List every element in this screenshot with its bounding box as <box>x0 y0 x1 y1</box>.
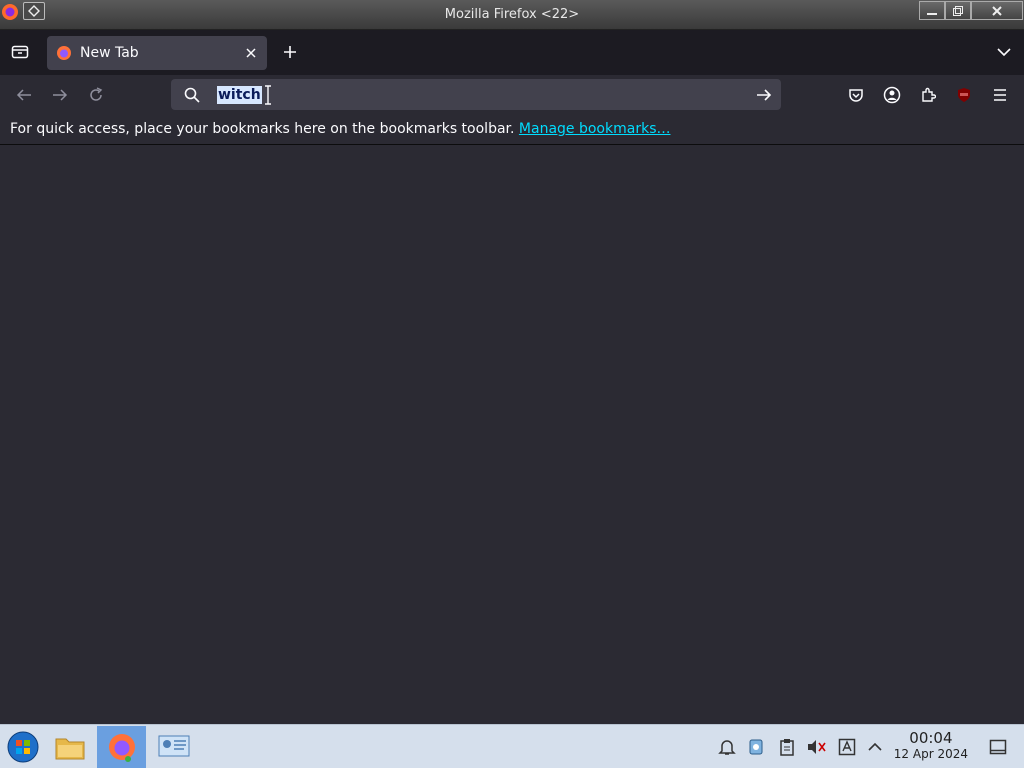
extensions-icon[interactable] <box>914 83 942 107</box>
chevron-up-icon[interactable] <box>865 737 885 757</box>
back-button[interactable] <box>10 83 38 107</box>
vault-icon[interactable] <box>746 737 766 757</box>
go-arrow-icon[interactable] <box>756 87 772 103</box>
account-icon[interactable] <box>878 83 906 107</box>
close-window-button[interactable] <box>971 1 1023 20</box>
firefox-tab-icon <box>56 45 72 61</box>
clock[interactable]: 00:04 12 Apr 2024 <box>893 729 968 762</box>
url-bar[interactable]: witch <box>171 79 781 110</box>
ublock-origin-icon[interactable] <box>950 83 978 107</box>
maximize-button[interactable] <box>945 1 971 20</box>
tab-strip: New Tab <box>0 30 1024 75</box>
system-settings-icon[interactable] <box>155 726 193 768</box>
navigation-toolbar: witch <box>0 75 1024 115</box>
manage-bookmarks-link[interactable]: Manage bookmarks… <box>519 121 671 137</box>
url-input[interactable]: witch <box>217 86 262 104</box>
bookmarks-toolbar: For quick access, place your bookmarks h… <box>0 115 1024 145</box>
new-tab-button[interactable] <box>276 40 304 64</box>
pocket-icon[interactable] <box>842 83 870 107</box>
reload-button[interactable] <box>82 83 110 107</box>
clock-date: 12 Apr 2024 <box>893 747 968 761</box>
tab-label: New Tab <box>80 45 139 61</box>
window-titlebar[interactable]: Mozilla Firefox <22> <box>0 0 1024 30</box>
page-content <box>0 146 1024 724</box>
volume-muted-icon[interactable] <box>806 737 826 757</box>
file-manager-icon[interactable] <box>51 726 89 768</box>
hamburger-menu-icon[interactable] <box>986 83 1014 107</box>
close-tab-icon[interactable] <box>241 43 261 63</box>
tab-new-tab[interactable]: New Tab <box>47 36 267 70</box>
list-all-tabs-icon[interactable] <box>990 40 1018 64</box>
window-title: Mozilla Firefox <22> <box>444 7 580 22</box>
clipboard-icon[interactable] <box>777 737 797 757</box>
clock-time: 00:04 <box>909 729 953 747</box>
bookmarks-empty-message: For quick access, place your bookmarks h… <box>10 121 515 137</box>
forward-button[interactable] <box>46 83 74 107</box>
start-menu-button[interactable] <box>4 726 42 768</box>
show-desktop-icon[interactable] <box>988 737 1008 757</box>
firefox-taskbar-icon[interactable] <box>97 726 146 768</box>
notifications-icon[interactable] <box>717 737 737 757</box>
taskbar: 00:04 12 Apr 2024 <box>0 724 1024 768</box>
text-cursor-icon <box>263 85 273 105</box>
search-icon <box>184 87 200 103</box>
minimize-button[interactable] <box>919 1 945 20</box>
firefox-view-icon[interactable] <box>6 39 34 63</box>
keyboard-layout-icon[interactable] <box>837 737 857 757</box>
